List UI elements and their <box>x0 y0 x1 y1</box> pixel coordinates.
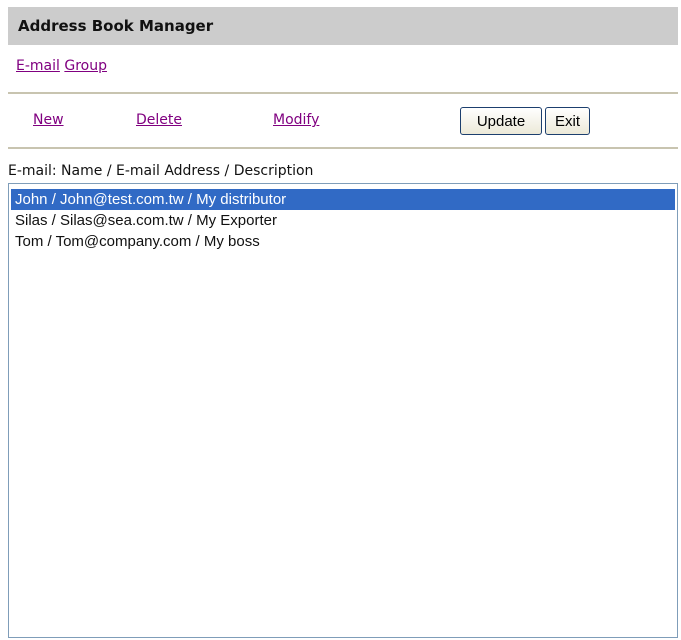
tab-group[interactable]: Group <box>64 58 107 74</box>
exit-button[interactable]: Exit <box>545 107 590 135</box>
new-link[interactable]: New <box>33 112 64 128</box>
tab-bar: E-mail Group <box>16 58 107 74</box>
list-item[interactable]: Silas / Silas@sea.com.tw / My Exporter <box>11 210 675 231</box>
email-listbox[interactable]: John / John@test.com.tw / My distributor… <box>8 183 678 638</box>
delete-link[interactable]: Delete <box>136 112 182 128</box>
divider <box>8 92 678 94</box>
tab-email[interactable]: E-mail <box>16 58 60 74</box>
list-item[interactable]: John / John@test.com.tw / My distributor <box>11 189 675 210</box>
page-title: Address Book Manager <box>8 7 678 45</box>
update-button[interactable]: Update <box>460 107 542 135</box>
list-item[interactable]: Tom / Tom@company.com / My boss <box>11 231 675 252</box>
divider <box>8 147 678 149</box>
modify-link[interactable]: Modify <box>273 112 319 128</box>
list-label: E-mail: Name / E-mail Address / Descript… <box>8 163 314 179</box>
